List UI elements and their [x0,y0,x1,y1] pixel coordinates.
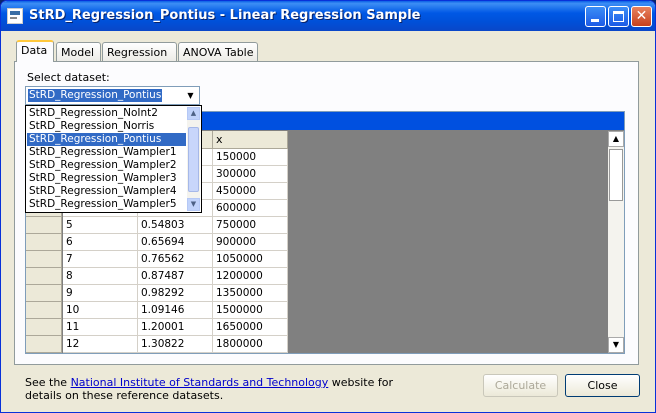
table-cell-y[interactable]: 1.09146 [138,302,213,319]
dataset-option[interactable]: StRD_Regression_Wampler4 [27,185,186,198]
title-bar[interactable]: StRD_Regression_Pontius - Linear Regress… [1,1,655,31]
row-header[interactable] [26,302,62,319]
dataset-select[interactable]: StRD_Regression_Pontius ▼ [25,86,200,105]
grid-vertical-scrollbar[interactable]: ▲ ▼ [608,131,624,353]
grid-scroll-thumb[interactable] [609,149,623,201]
table-cell-x[interactable]: 1800000 [213,336,288,353]
table-cell-y[interactable]: 1.20001 [138,319,213,336]
maximize-button[interactable] [608,6,629,27]
close-button[interactable]: Close [565,374,640,397]
scroll-down-icon[interactable]: ▼ [608,337,624,353]
minimize-icon [591,19,599,22]
row-header[interactable] [26,217,62,234]
dataset-option[interactable]: StRD_Regression_Wampler2 [27,159,186,172]
footer-note: See the National Institute of Standards … [25,376,405,402]
table-cell-id[interactable]: 9 [63,285,138,302]
dataset-option[interactable]: StRD_Regression_Wampler1 [27,146,186,159]
row-header[interactable] [26,285,62,302]
table-cell-y[interactable]: 1.30822 [138,336,213,353]
table-cell-id[interactable]: 7 [63,251,138,268]
table-cell-x[interactable]: 1500000 [213,302,288,319]
tab-model[interactable]: Model [56,42,101,61]
close-icon: ✕ [635,8,648,24]
dataset-select-value: StRD_Regression_Pontius [28,89,163,102]
row-header[interactable] [26,319,62,336]
chevron-down-icon[interactable]: ▼ [184,89,197,102]
row-header[interactable] [26,251,62,268]
table-cell-x[interactable]: 1650000 [213,319,288,336]
dataset-option[interactable]: StRD_Regression_NoInt2 [27,107,186,120]
app-icon [7,8,23,24]
nist-link[interactable]: National Institute of Standards and Tech… [71,376,329,389]
dataset-option[interactable]: StRD_Regression_Wampler3 [27,172,186,185]
tab-anova-table[interactable]: ANOVA Table [178,42,258,61]
footer-text-before: See the [25,376,71,389]
row-header[interactable] [26,336,62,353]
table-cell-id[interactable]: 11 [63,319,138,336]
table-cell-y[interactable]: 0.98292 [138,285,213,302]
scroll-up-icon[interactable]: ▲ [187,107,200,120]
table-cell-x[interactable]: 1350000 [213,285,288,302]
table-cell-x[interactable]: 600000 [213,200,288,217]
table-cell-y[interactable]: 0.87487 [138,268,213,285]
table-cell-y[interactable]: 0.54803 [138,217,213,234]
dropdown-scrollbar[interactable]: ▲ ▼ [187,107,200,211]
window-title: StRD_Regression_Pontius - Linear Regress… [29,8,421,23]
dataset-option[interactable]: StRD_Regression_Norris [27,120,186,133]
tab-data[interactable]: Data [16,40,54,62]
table-cell-x[interactable]: 150000 [213,149,288,166]
tab-regression[interactable]: Regression [102,42,177,61]
table-cell-id[interactable]: 8 [63,268,138,285]
dataset-option[interactable]: StRD_Regression_Wampler5 [27,198,186,211]
close-window-button[interactable]: ✕ [631,6,652,27]
calculate-button[interactable]: Calculate [483,374,558,397]
table-cell-x[interactable]: 1200000 [213,268,288,285]
scroll-up-icon[interactable]: ▲ [608,131,624,147]
scroll-down-icon[interactable]: ▼ [187,198,200,211]
minimize-button[interactable] [585,6,606,27]
table-cell-y[interactable]: 0.65694 [138,234,213,251]
dataset-dropdown-list[interactable]: StRD_Regression_NoInt2 StRD_Regression_No… [25,105,202,213]
table-cell-x[interactable]: 300000 [213,166,288,183]
table-cell-id[interactable]: 10 [63,302,138,319]
maximize-icon [613,11,624,22]
row-header[interactable] [26,268,62,285]
table-cell-id[interactable]: 6 [63,234,138,251]
table-cell-id[interactable]: 12 [63,336,138,353]
grid-header-x[interactable]: x [213,131,288,149]
table-cell-x[interactable]: 900000 [213,234,288,251]
table-cell-x[interactable]: 450000 [213,183,288,200]
row-header[interactable] [26,234,62,251]
table-cell-x[interactable]: 1050000 [213,251,288,268]
table-cell-id[interactable]: 5 [63,217,138,234]
table-cell-x[interactable]: 750000 [213,217,288,234]
dropdown-scroll-thumb[interactable] [188,127,199,192]
main-window: StRD_Regression_Pontius - Linear Regress… [0,0,656,413]
select-dataset-label: Select dataset: [27,71,110,84]
dataset-option[interactable]: StRD_Regression_Pontius [27,133,186,146]
table-cell-y[interactable]: 0.76562 [138,251,213,268]
